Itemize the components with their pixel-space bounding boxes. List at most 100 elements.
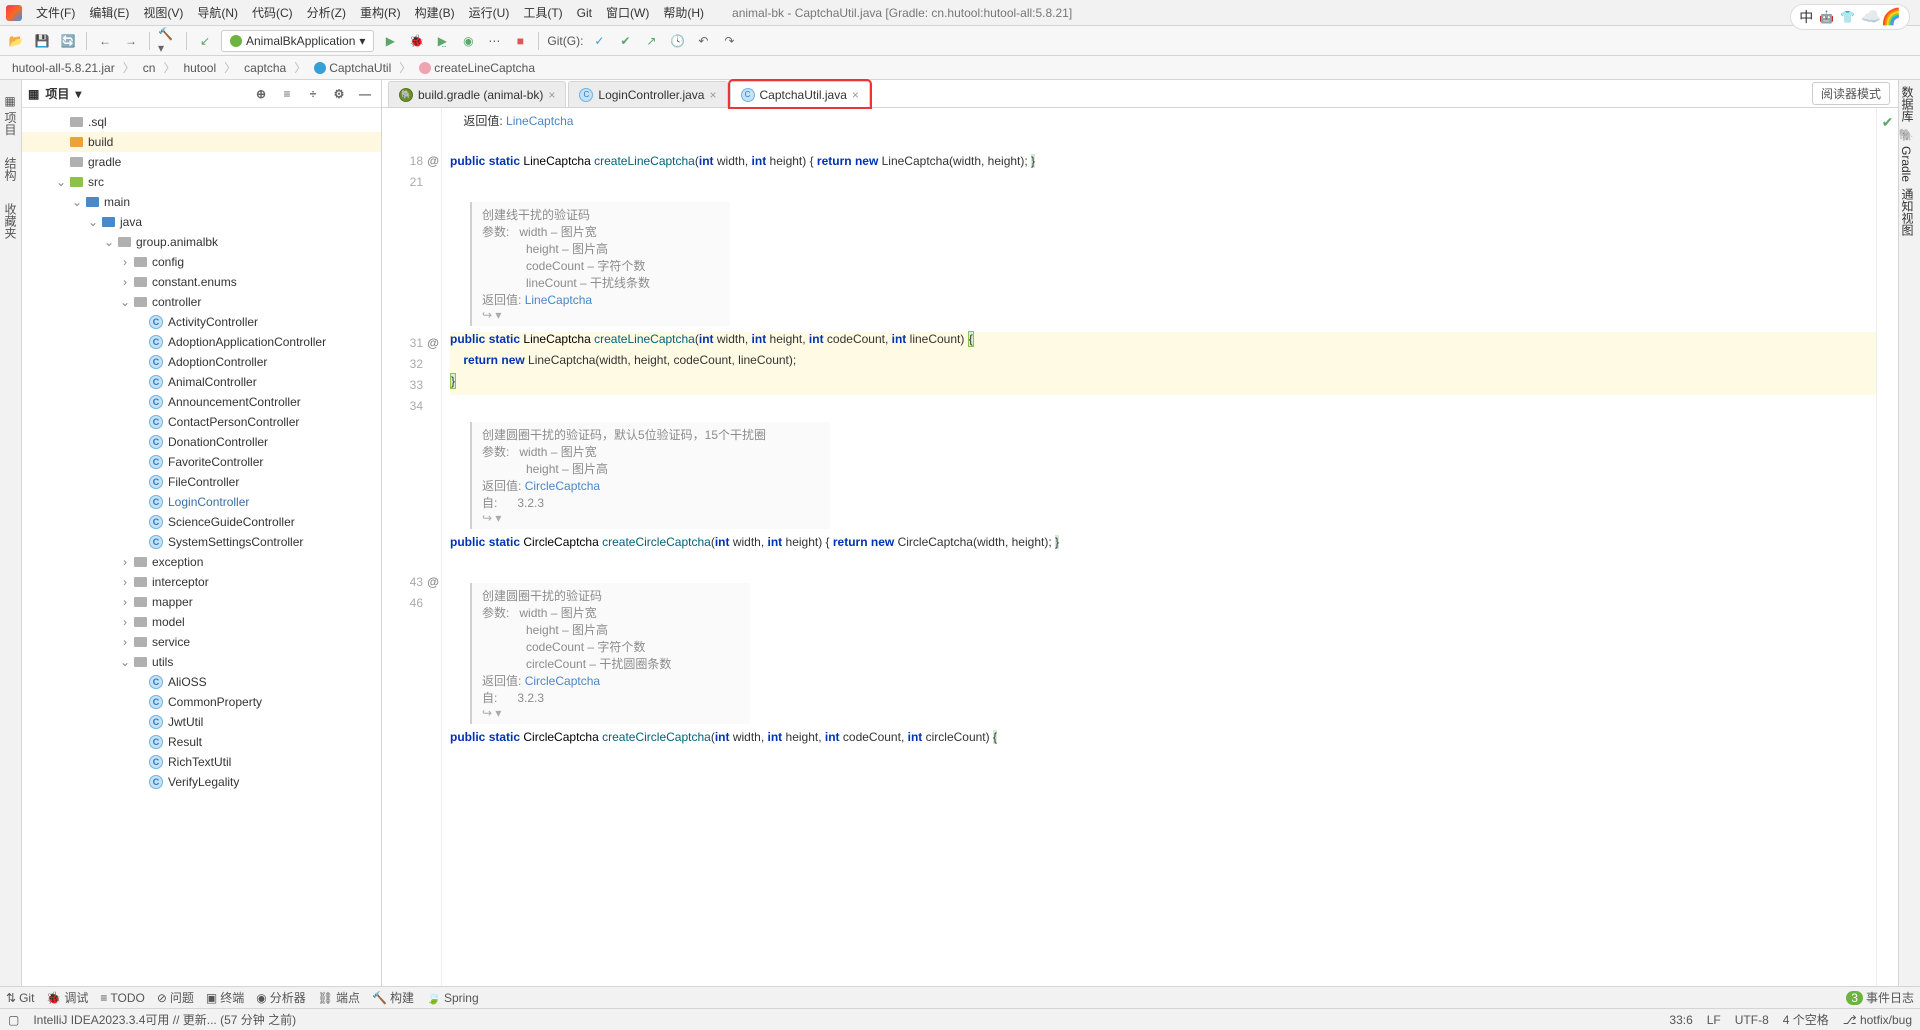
menu-edit[interactable]: 编辑(E) bbox=[83, 2, 135, 23]
tree-arrow-icon[interactable]: › bbox=[118, 555, 132, 569]
tree-item[interactable]: CResult bbox=[22, 732, 381, 752]
tree-arrow-icon[interactable]: ⌄ bbox=[54, 175, 68, 189]
tree-item[interactable]: CAnimalController bbox=[22, 372, 381, 392]
tree-arrow-icon[interactable]: ⌄ bbox=[86, 215, 100, 229]
tree-arrow-icon[interactable]: › bbox=[118, 595, 132, 609]
dots-icon[interactable]: ⋯ bbox=[484, 31, 504, 51]
inspection-strip[interactable]: ✔ bbox=[1876, 108, 1898, 986]
menu-run[interactable]: 运行(U) bbox=[463, 2, 516, 23]
tree-item[interactable]: CRichTextUtil bbox=[22, 752, 381, 772]
tree-item[interactable]: ⌄main bbox=[22, 192, 381, 212]
hide-icon[interactable]: — bbox=[355, 84, 375, 104]
tree-item[interactable]: ⌄utils bbox=[22, 652, 381, 672]
tree-item[interactable]: CAdoptionApplicationController bbox=[22, 332, 381, 352]
crumb-pkg[interactable]: captcha bbox=[240, 59, 290, 77]
menu-tools[interactable]: 工具(T) bbox=[517, 2, 568, 23]
run-icon[interactable]: ▶ bbox=[380, 31, 400, 51]
tool-terminal[interactable]: ▣ 终端 bbox=[206, 989, 244, 1006]
menu-build[interactable]: 构建(B) bbox=[409, 2, 461, 23]
tree-item[interactable]: CContactPersonController bbox=[22, 412, 381, 432]
forward-icon[interactable]: → bbox=[121, 31, 141, 51]
tree-item[interactable]: ›constant.enums bbox=[22, 272, 381, 292]
build-icon[interactable]: 🔨▾ bbox=[158, 31, 178, 51]
tree-item[interactable]: CSystemSettingsController bbox=[22, 532, 381, 552]
tree-arrow-icon[interactable]: › bbox=[118, 255, 132, 269]
tree-item[interactable]: CDonationController bbox=[22, 432, 381, 452]
tool-todo[interactable]: ≡ TODO bbox=[100, 991, 144, 1005]
tree-item[interactable]: ›mapper bbox=[22, 592, 381, 612]
tree-item[interactable]: CScienceGuideController bbox=[22, 512, 381, 532]
save-all-icon[interactable]: 💾 bbox=[32, 31, 52, 51]
tree-item[interactable]: ⌄src bbox=[22, 172, 381, 192]
tree-item[interactable]: ›service bbox=[22, 632, 381, 652]
side-tab-db[interactable]: 数据库 bbox=[1899, 86, 1920, 122]
back-icon[interactable]: ← bbox=[95, 31, 115, 51]
tree-arrow-icon[interactable]: ⌄ bbox=[118, 655, 132, 669]
git-rollback-icon[interactable]: ↶ bbox=[693, 31, 713, 51]
tree-item[interactable]: ›interceptor bbox=[22, 572, 381, 592]
crumb-pkg[interactable]: hutool bbox=[179, 59, 220, 77]
menu-window[interactable]: 窗口(W) bbox=[600, 2, 655, 23]
coverage-icon[interactable]: ▶̤ bbox=[432, 31, 452, 51]
tool-problems[interactable]: ⊘ 问题 bbox=[157, 989, 194, 1006]
git-push-icon[interactable]: ↗ bbox=[641, 31, 661, 51]
tree-item[interactable]: ⌄controller bbox=[22, 292, 381, 312]
gutter-line[interactable]: 43@ bbox=[382, 575, 441, 596]
editor-tab[interactable]: CLoginController.java× bbox=[568, 81, 727, 107]
tree-item[interactable]: ›model bbox=[22, 612, 381, 632]
tree-item[interactable]: CLoginController bbox=[22, 492, 381, 512]
expand-all-icon[interactable]: ≡ bbox=[277, 84, 297, 104]
editor-tab[interactable]: 🐘build.gradle (animal-bk)× bbox=[388, 81, 566, 107]
run-config-selector[interactable]: AnimalBkApplication ▾ bbox=[221, 30, 374, 52]
tool-git[interactable]: ⇅ Git bbox=[6, 991, 34, 1005]
side-tab-structure[interactable]: 结构 bbox=[0, 149, 21, 189]
crumb-method[interactable]: createLineCaptcha bbox=[415, 59, 539, 77]
side-tab-project[interactable]: ▦ 项目 bbox=[0, 86, 21, 143]
tree-arrow-icon[interactable]: ⌄ bbox=[102, 235, 116, 249]
tree-item[interactable]: ›config bbox=[22, 252, 381, 272]
close-icon[interactable]: × bbox=[852, 88, 859, 102]
git-commit-icon[interactable]: ✔ bbox=[615, 31, 635, 51]
open-icon[interactable]: 📂 bbox=[6, 31, 26, 51]
menu-view[interactable]: 视图(V) bbox=[137, 2, 189, 23]
ime-indicator[interactable]: 中 🤖 👕 ☁️🌈 bbox=[1790, 4, 1910, 30]
tree-item[interactable]: CActivityController bbox=[22, 312, 381, 332]
gutter-line[interactable]: 21 bbox=[382, 175, 441, 196]
tree-item[interactable]: ⌄group.animalbk bbox=[22, 232, 381, 252]
close-icon[interactable]: × bbox=[548, 88, 555, 102]
menu-navigate[interactable]: 导航(N) bbox=[191, 2, 244, 23]
menu-git[interactable]: Git bbox=[571, 4, 598, 22]
status-branch[interactable]: ⎇ hotfix/bug bbox=[1843, 1013, 1912, 1027]
gutter-line[interactable]: 18@ bbox=[382, 154, 441, 175]
tree-item[interactable]: CAnnouncementController bbox=[22, 392, 381, 412]
tree-item[interactable]: CJwtUtil bbox=[22, 712, 381, 732]
tree-item[interactable]: CVerifyLegality bbox=[22, 772, 381, 792]
status-caret-pos[interactable]: 33:6 bbox=[1669, 1013, 1692, 1027]
tree-item[interactable]: CCommonProperty bbox=[22, 692, 381, 712]
side-tab-bookmarks[interactable]: 收藏夹 bbox=[0, 195, 21, 247]
chevron-down-icon[interactable]: ▾ bbox=[75, 87, 81, 101]
collapse-icon[interactable]: ÷ bbox=[303, 84, 323, 104]
tree-arrow-icon[interactable]: ⌄ bbox=[70, 195, 84, 209]
gutter-line[interactable]: 46 bbox=[382, 596, 441, 617]
stop-icon[interactable]: ■ bbox=[510, 31, 530, 51]
tool-build[interactable]: 🔨 构建 bbox=[372, 989, 414, 1006]
tool-spring[interactable]: 🍃 Spring bbox=[426, 991, 479, 1005]
gutter-line[interactable]: 32 bbox=[382, 357, 441, 378]
tree-item[interactable]: CAliOSS bbox=[22, 672, 381, 692]
tool-events[interactable]: 3 事件日志 bbox=[1846, 989, 1914, 1006]
tool-windows-icon[interactable]: ▢ bbox=[8, 1013, 19, 1027]
tool-debug[interactable]: 🐞 调试 bbox=[46, 989, 88, 1006]
menu-code[interactable]: 代码(C) bbox=[246, 2, 299, 23]
gutter-line[interactable]: 31@ bbox=[382, 336, 441, 357]
tree-arrow-icon[interactable]: › bbox=[118, 575, 132, 589]
vcs-update-icon[interactable]: ↙ bbox=[195, 31, 215, 51]
gutter-line[interactable]: 34 bbox=[382, 399, 441, 420]
tree-item[interactable]: CFileController bbox=[22, 472, 381, 492]
tree-item[interactable]: CAdoptionController bbox=[22, 352, 381, 372]
crumb-pkg[interactable]: cn bbox=[139, 59, 160, 77]
javadoc-return-type[interactable]: LineCaptcha bbox=[506, 114, 573, 128]
status-line-sep[interactable]: LF bbox=[1707, 1013, 1721, 1027]
tree-arrow-icon[interactable]: › bbox=[118, 615, 132, 629]
tree-item[interactable]: ›exception bbox=[22, 552, 381, 572]
